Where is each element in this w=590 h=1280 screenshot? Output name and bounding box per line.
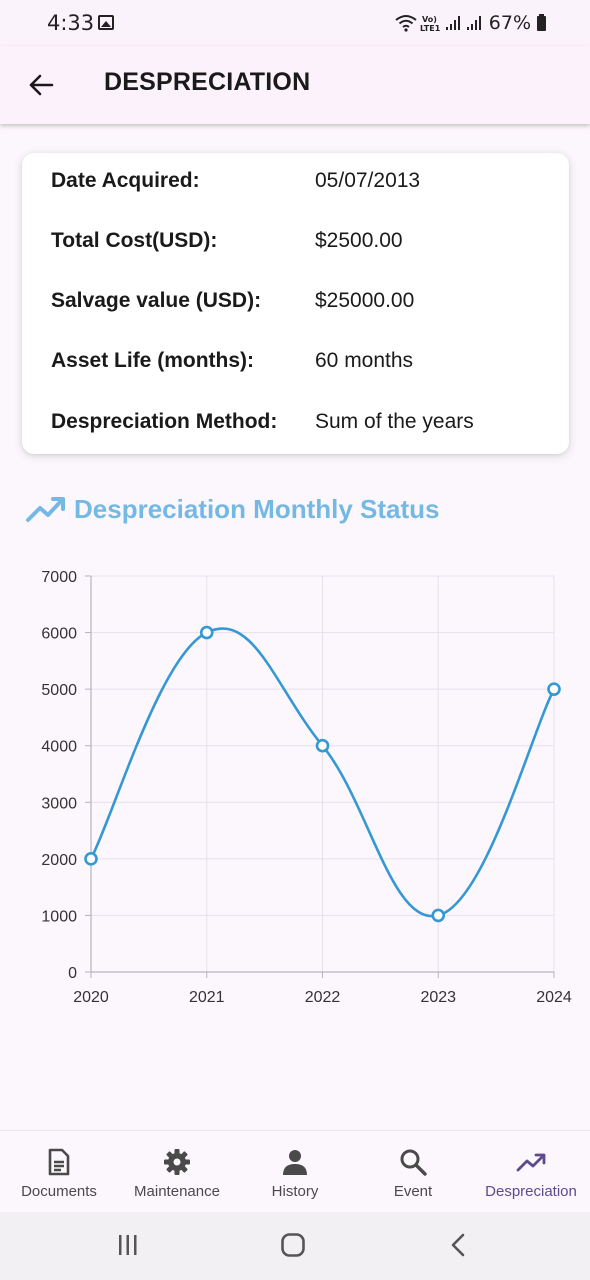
info-label: Salvage value (USD): bbox=[51, 289, 262, 312]
y-tick-label: 4000 bbox=[41, 739, 77, 756]
nav-label: Maintenance bbox=[134, 1183, 220, 1200]
nav-label: History bbox=[271, 1183, 319, 1200]
nav-history[interactable]: History bbox=[236, 1131, 354, 1213]
system-navigation-bar bbox=[0, 1212, 590, 1280]
info-row-asset-life: Asset Life (months): 60 months bbox=[51, 349, 551, 381]
document-icon bbox=[48, 1148, 70, 1176]
data-point bbox=[84, 852, 98, 866]
nav-maintenance[interactable]: Maintenance bbox=[118, 1131, 236, 1213]
y-tick-label: 1000 bbox=[41, 908, 77, 925]
section-heading: Despreciation Monthly Status bbox=[26, 491, 440, 527]
data-point bbox=[547, 682, 561, 696]
person-icon bbox=[283, 1150, 307, 1175]
info-value: 60 months bbox=[315, 349, 414, 372]
y-tick-label: 0 bbox=[68, 965, 77, 982]
signal-icon bbox=[445, 16, 460, 30]
nav-event[interactable]: Event bbox=[354, 1131, 472, 1213]
wifi-icon bbox=[395, 15, 417, 32]
info-value: Sum of the years bbox=[315, 410, 474, 433]
y-tick-label: 6000 bbox=[41, 626, 77, 643]
x-tick-label: 2021 bbox=[189, 989, 225, 1006]
gear-icon bbox=[164, 1149, 190, 1175]
x-tick-label: 2023 bbox=[420, 989, 456, 1006]
x-tick-label: 2024 bbox=[536, 989, 572, 1006]
app-bar: DESPRECIATION bbox=[0, 46, 590, 124]
info-label: Date Acquired: bbox=[51, 169, 200, 192]
home-icon bbox=[281, 1233, 305, 1257]
trending-up-icon bbox=[516, 1153, 546, 1172]
svg-text:LTE1: LTE1 bbox=[420, 24, 441, 33]
info-label: Despreciation Method: bbox=[51, 410, 278, 433]
status-indicators: Vo) LTE1 67% bbox=[395, 10, 546, 36]
trending-up-icon bbox=[26, 497, 65, 522]
back-button[interactable] bbox=[22, 66, 60, 104]
data-point bbox=[431, 908, 446, 923]
depreciation-chart: 0 1000 2000 3000 4000 5000 6000 7000 2020 2021 202… bbox=[41, 569, 572, 1006]
arrow-left-icon bbox=[29, 74, 54, 96]
info-row-date-acquired: Date Acquired: 05/07/2013 bbox=[51, 169, 551, 201]
info-value: $25000.00 bbox=[315, 289, 415, 312]
search-icon bbox=[400, 1149, 427, 1176]
recent-apps-button[interactable] bbox=[116, 1232, 140, 1263]
info-value: $2500.00 bbox=[315, 229, 403, 252]
volte-icon: Vo) LTE1 bbox=[420, 15, 441, 33]
asset-info-card: Date Acquired: 05/07/2013 Total Cost(USD… bbox=[22, 153, 569, 454]
info-row-total-cost: Total Cost(USD): $2500.00 bbox=[51, 229, 551, 261]
bottom-navigation: Documents Maintenance History Event Desp… bbox=[0, 1130, 590, 1212]
recent-apps-icon bbox=[119, 1235, 137, 1255]
home-button[interactable] bbox=[280, 1232, 306, 1263]
x-tick-label: 2020 bbox=[73, 989, 109, 1006]
chevron-left-icon bbox=[451, 1233, 465, 1257]
page-title: DESPRECIATION bbox=[104, 68, 311, 96]
info-row-salvage-value: Salvage value (USD): $25000.00 bbox=[51, 289, 551, 321]
nav-documents[interactable]: Documents bbox=[0, 1131, 118, 1213]
nav-label: Documents bbox=[21, 1183, 97, 1200]
x-tick-label: 2022 bbox=[305, 989, 341, 1006]
y-tick-label: 7000 bbox=[41, 569, 77, 586]
svg-text:Vo): Vo) bbox=[422, 15, 437, 24]
nav-despreciation[interactable]: Despreciation bbox=[472, 1131, 590, 1213]
info-label: Asset Life (months): bbox=[51, 349, 255, 372]
gallery-notification-icon bbox=[98, 15, 114, 30]
status-time: 4:33 bbox=[47, 11, 95, 35]
battery-level: 67% bbox=[488, 12, 531, 34]
data-point bbox=[199, 625, 214, 640]
info-value: 05/07/2013 bbox=[315, 169, 421, 192]
section-title: Despreciation Monthly Status bbox=[74, 493, 440, 524]
nav-label: Event bbox=[393, 1183, 433, 1200]
y-tick-label: 3000 bbox=[41, 795, 77, 812]
data-point bbox=[315, 738, 330, 753]
y-tick-label: 5000 bbox=[41, 682, 77, 699]
y-tick-label: 2000 bbox=[41, 852, 77, 869]
signal-icon-2 bbox=[466, 16, 481, 30]
info-label: Total Cost(USD): bbox=[51, 229, 218, 252]
battery-icon bbox=[537, 13, 546, 31]
nav-label: Despreciation bbox=[485, 1183, 577, 1200]
status-bar: 4:33 Vo) LTE1 67% bbox=[0, 0, 590, 46]
info-row-method: Despreciation Method: Sum of the years bbox=[51, 410, 551, 442]
system-back-button[interactable] bbox=[448, 1232, 468, 1263]
